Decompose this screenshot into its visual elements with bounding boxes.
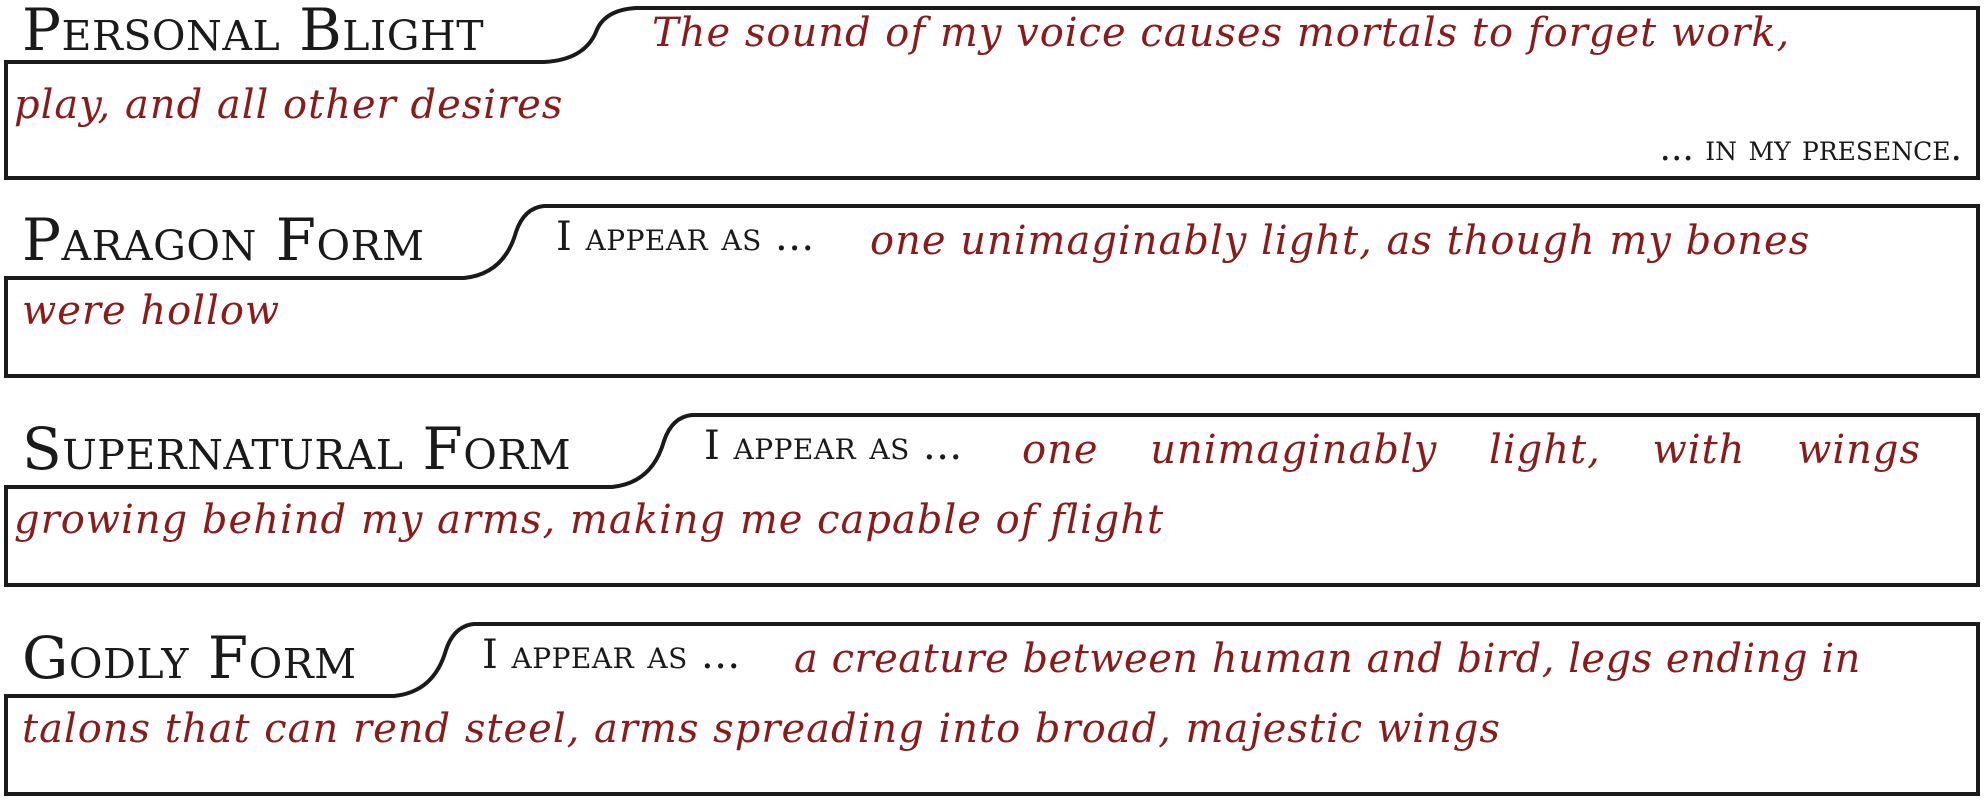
section-text-line2: talons that can rend steel, arms spreadi… — [22, 706, 1501, 752]
section-text-line2: growing behind my arms, making me capabl… — [14, 497, 1165, 543]
section-personal-blight: Personal Blight The sound of my voice ca… — [4, 0, 1980, 182]
section-text-line1: one unimaginably light, as though my bon… — [870, 218, 1811, 264]
section-text-line2: play, and all other desires — [14, 82, 564, 128]
section-text-line1: The sound of my voice causes mortals to … — [652, 10, 1791, 56]
section-paragon-form: Paragon Form I appear as ... one unimagi… — [4, 202, 1980, 380]
section-supernatural-form: Supernatural Form I appear as ... one un… — [4, 411, 1980, 589]
section-text-line2: were hollow — [22, 288, 281, 334]
section-lead: I appear as ... — [482, 632, 741, 678]
section-lead: I appear as ... — [704, 423, 963, 469]
section-title: Godly Form — [22, 624, 357, 692]
section-title: Supernatural Form — [22, 415, 572, 483]
section-title: Paragon Form — [22, 206, 425, 274]
section-tail: ... in my presence. — [1659, 128, 1962, 169]
section-text-line1: one unimaginably light, with wings — [1022, 427, 1922, 473]
section-text-line1: a creature between human and bird, legs … — [794, 636, 1861, 682]
section-godly-form: Godly Form I appear as ... a creature be… — [4, 620, 1980, 798]
section-title: Personal Blight — [22, 0, 485, 64]
section-lead: I appear as ... — [556, 214, 815, 260]
